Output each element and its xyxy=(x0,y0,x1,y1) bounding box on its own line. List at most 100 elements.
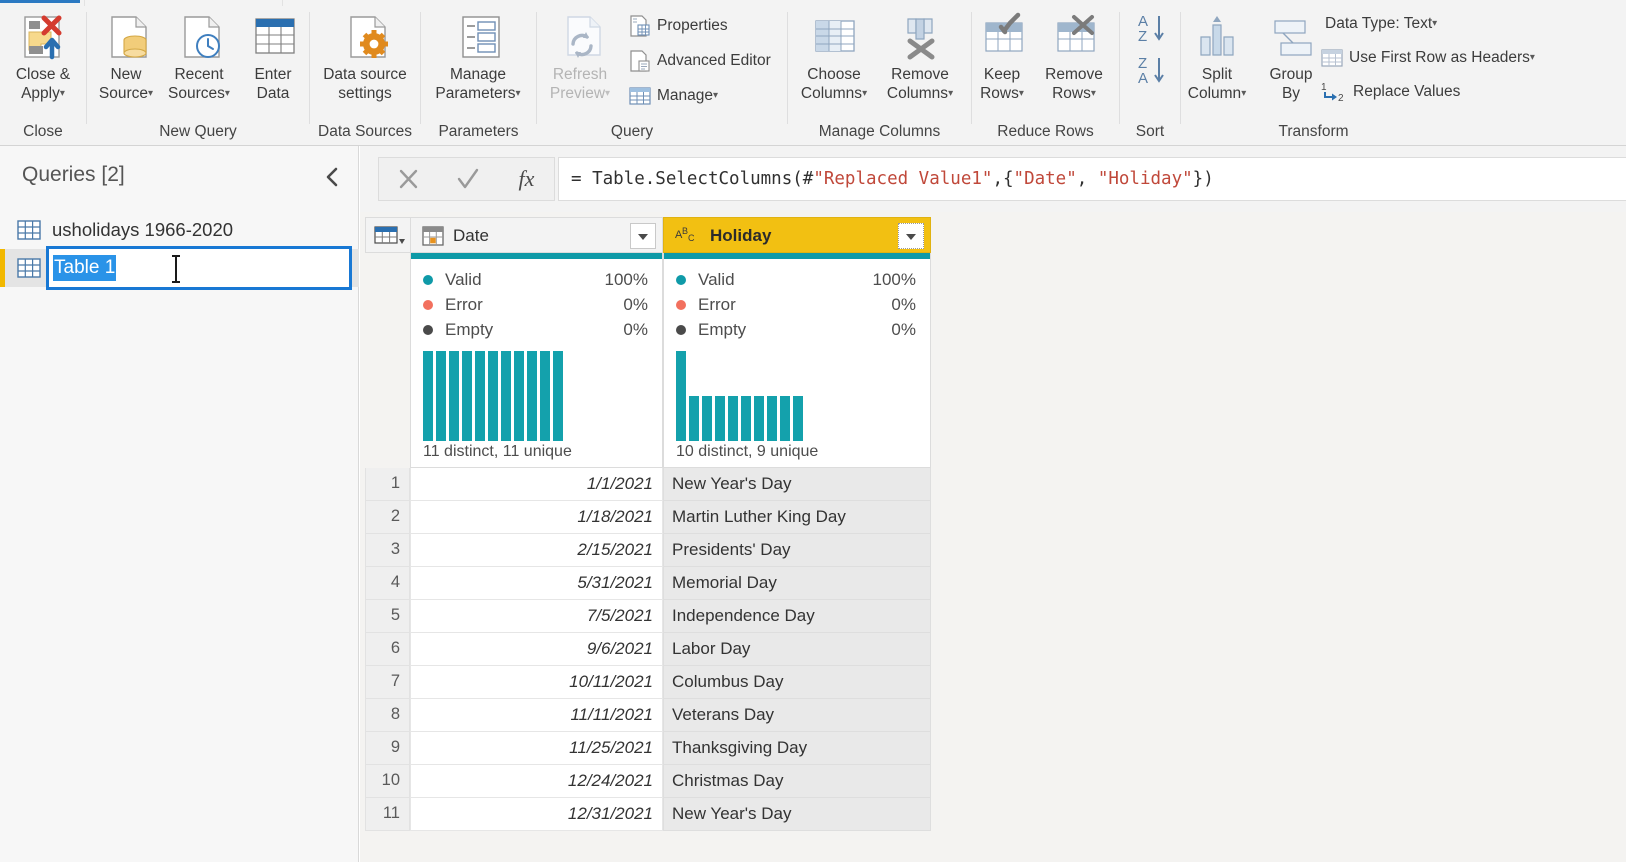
table-row[interactable]: 2 1/18/2021 Martin Luther King Day xyxy=(365,501,931,534)
column-header-date[interactable]: Date xyxy=(410,217,663,253)
close-and-apply-button[interactable]: Close & Apply ▾ xyxy=(0,9,87,117)
histogram-bar xyxy=(514,351,524,441)
ribbon-group-transform: Split Column ▾ Group By Data Type: Text▾… xyxy=(1181,5,1626,145)
accept-formula-button[interactable] xyxy=(438,158,497,200)
remove-columns-button[interactable]: Remove Columns ▾ xyxy=(876,9,964,117)
table-row[interactable]: 7 10/11/2021 Columbus Day xyxy=(365,666,931,699)
table-row[interactable]: 5 7/5/2021 Independence Day xyxy=(365,600,931,633)
row-number: 4 xyxy=(365,567,410,600)
cell-date[interactable]: 11/11/2021 xyxy=(410,699,663,732)
chevron-down-icon[interactable]: ▾ xyxy=(1530,43,1535,73)
table-row[interactable]: 8 11/11/2021 Veterans Day xyxy=(365,699,931,732)
histogram-bar xyxy=(527,351,537,441)
histogram-bar xyxy=(793,396,803,441)
remove-rows-label: Remove Rows ▾ xyxy=(1045,66,1103,103)
chevron-down-icon[interactable]: ▾ xyxy=(1091,84,1096,103)
cell-holiday[interactable]: Memorial Day xyxy=(663,567,931,600)
manage-parameters-button[interactable]: Manage Parameters ▾ xyxy=(434,9,522,117)
chevron-down-icon[interactable]: ▾ xyxy=(516,84,521,103)
profile-quality-bar xyxy=(411,253,662,259)
row-number: 1 xyxy=(365,468,410,501)
histogram-bar xyxy=(423,351,433,441)
formula-input[interactable]: = Table.SelectColumns(#"Replaced Value1"… xyxy=(558,157,1626,201)
cell-date[interactable]: 1/18/2021 xyxy=(410,501,663,534)
cell-date[interactable]: 7/5/2021 xyxy=(410,600,663,633)
cell-holiday[interactable]: Christmas Day xyxy=(663,765,931,798)
profile-footer-date: 11 distinct, 11 unique xyxy=(423,443,572,460)
cell-holiday[interactable]: New Year's Day xyxy=(663,468,931,501)
sort-descending-button[interactable]: Z A xyxy=(1132,53,1172,93)
replace-values-icon: 1 2 xyxy=(1321,81,1344,104)
table-row[interactable]: 3 2/15/2021 Presidents' Day xyxy=(365,534,931,567)
cell-date[interactable]: 12/24/2021 xyxy=(410,765,663,798)
chevron-left-icon[interactable] xyxy=(320,164,346,190)
row-number: 2 xyxy=(365,501,410,534)
ribbon-group-label-close: Close xyxy=(23,123,63,140)
histogram-bar xyxy=(540,351,550,441)
fx-icon[interactable]: fx xyxy=(497,158,556,200)
enter-data-button[interactable]: Enter Data xyxy=(229,9,317,117)
chevron-down-icon[interactable]: ▾ xyxy=(60,84,65,103)
cell-holiday[interactable]: Thanksgiving Day xyxy=(663,732,931,765)
svg-text:2: 2 xyxy=(1338,93,1344,104)
cell-holiday[interactable]: Martin Luther King Day xyxy=(663,501,931,534)
column-header-holiday[interactable]: A B C Holiday xyxy=(663,217,931,253)
choose-columns-button[interactable]: Choose Columns ▾ xyxy=(790,9,878,117)
chevron-down-icon[interactable]: ▾ xyxy=(1432,9,1437,39)
profile-stat-error: Error 0% xyxy=(676,292,916,317)
profile-stat-empty: Empty 0% xyxy=(423,317,648,342)
cell-holiday[interactable]: Presidents' Day xyxy=(663,534,931,567)
active-tab-underline xyxy=(0,0,80,3)
query-rename-input[interactable]: Table 1 xyxy=(46,246,352,290)
manage-parameters-icon xyxy=(434,13,522,61)
table-row[interactable]: 6 9/6/2021 Labor Day xyxy=(365,633,931,666)
cell-date[interactable]: 9/6/2021 xyxy=(410,633,663,666)
ribbon-group-reduce-rows: Keep Rows ▾ Remove Rows▾ Reduce Rows xyxy=(972,5,1119,145)
cell-date[interactable]: 11/25/2021 xyxy=(410,732,663,765)
profile-stats-date: Valid 100% Error 0% Empty 0% xyxy=(423,267,648,342)
cell-date[interactable]: 10/11/2021 xyxy=(410,666,663,699)
cell-holiday[interactable]: Independence Day xyxy=(663,600,931,633)
cell-holiday[interactable]: Columbus Day xyxy=(663,666,931,699)
cell-date[interactable]: 1/1/2021 xyxy=(410,468,663,501)
refresh-icon xyxy=(536,13,624,61)
table-row[interactable]: 10 12/24/2021 Christmas Day xyxy=(365,765,931,798)
row-number: 5 xyxy=(365,600,410,633)
column-header-holiday-label: Holiday xyxy=(710,226,772,245)
table-row[interactable]: 9 11/25/2021 Thanksgiving Day xyxy=(365,732,931,765)
selection-accent-bar xyxy=(0,249,5,287)
cell-holiday[interactable]: Veterans Day xyxy=(663,699,931,732)
cancel-formula-button[interactable] xyxy=(379,158,438,200)
empty-dot-icon xyxy=(676,325,686,335)
sort-ascending-button[interactable]: A Z xyxy=(1132,11,1172,51)
row-number: 3 xyxy=(365,534,410,567)
cell-holiday[interactable]: New Year's Day xyxy=(663,798,931,831)
cell-date[interactable]: 12/31/2021 xyxy=(410,798,663,831)
table-row[interactable]: 4 5/31/2021 Memorial Day xyxy=(365,567,931,600)
table-icon xyxy=(17,257,41,279)
cell-date[interactable]: 5/31/2021 xyxy=(410,567,663,600)
column-filter-dropdown-date[interactable] xyxy=(630,223,656,249)
chevron-down-icon[interactable]: ▾ xyxy=(713,81,718,111)
data-source-settings-button[interactable]: Data source settings xyxy=(321,9,409,117)
column-filter-dropdown-holiday[interactable] xyxy=(898,223,924,249)
histogram-bar xyxy=(676,351,686,441)
remove-rows-button[interactable]: Remove Rows ▾ xyxy=(1030,9,1118,117)
chevron-down-icon[interactable]: ▾ xyxy=(605,84,610,103)
ribbon-group-manage-columns: Choose Columns ▾ Remove Columns▾ Manage … xyxy=(788,5,971,145)
profile-quality-bar xyxy=(664,253,930,259)
cell-date[interactable]: 2/15/2021 xyxy=(410,534,663,567)
table-row[interactable]: 11 12/31/2021 New Year's Day xyxy=(365,798,931,831)
chevron-down-icon[interactable]: ▾ xyxy=(862,84,867,103)
ribbon-group-label-sort: Sort xyxy=(1135,123,1165,140)
histogram-bar xyxy=(767,396,777,441)
enter-data-label: Enter Data xyxy=(254,66,292,102)
refresh-preview-button[interactable]: Refresh Preview ▾ xyxy=(536,9,624,117)
query-list-item-usholidays[interactable]: usholidays 1966-2020 xyxy=(0,211,359,249)
histogram-bar xyxy=(488,351,498,441)
row-number: 6 xyxy=(365,633,410,666)
select-all-icon[interactable] xyxy=(365,217,410,253)
table-row[interactable]: 1 1/1/2021 New Year's Day xyxy=(365,468,931,501)
cell-holiday[interactable]: Labor Day xyxy=(663,633,931,666)
query-list-item-label: usholidays 1966-2020 xyxy=(52,219,234,240)
